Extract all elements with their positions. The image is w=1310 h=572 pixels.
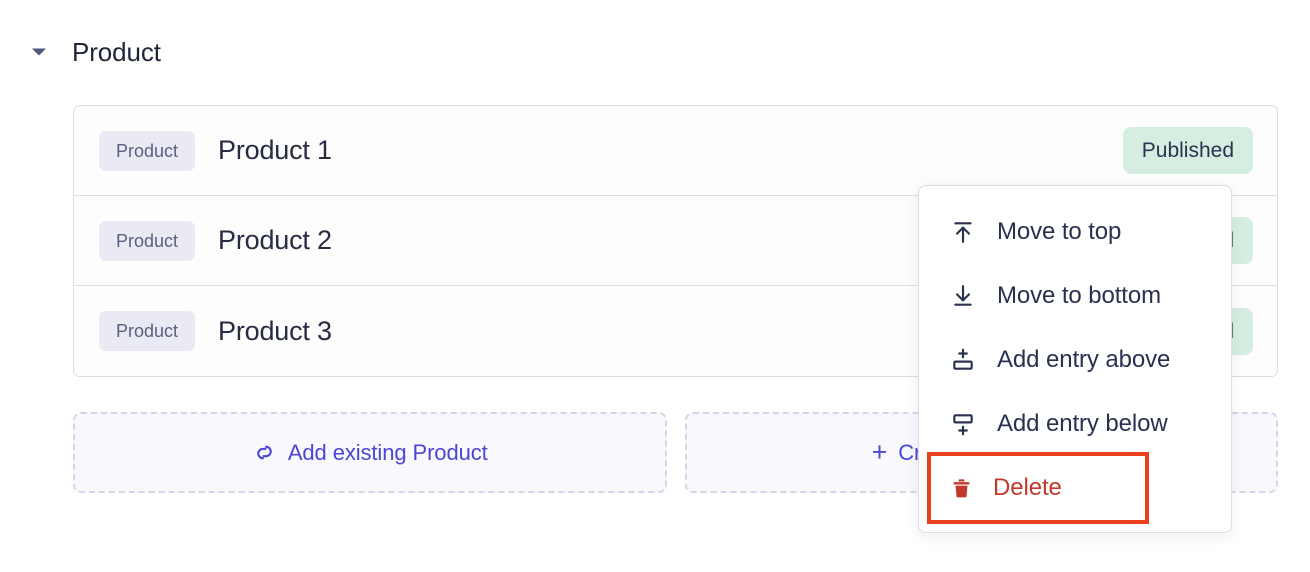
entry-type-chip: Product (99, 220, 196, 261)
add-existing-product-button[interactable]: Add existing Product (73, 412, 667, 493)
menu-item-label: Delete (993, 474, 1062, 501)
move-to-top-icon (949, 218, 977, 246)
menu-item-move-to-bottom[interactable]: Move to bottom (919, 264, 1231, 328)
entry-type-chip: Product (99, 130, 196, 171)
entry-title: Product 2 (218, 225, 332, 255)
entry-context-menu: Move to top Move to bottom Add entry abo… (918, 185, 1232, 533)
add-entry-below-icon (949, 410, 977, 438)
status-badge: Published (1122, 127, 1253, 174)
menu-item-delete[interactable]: Delete (927, 452, 1149, 524)
plus-icon: + (871, 437, 888, 467)
relation-field-panel: Product Product Product 1 Published Prod… (0, 0, 1310, 572)
menu-item-move-to-top[interactable]: Move to top (919, 200, 1231, 264)
add-entry-above-icon (949, 346, 977, 374)
field-header: Product (26, 33, 161, 71)
menu-item-label: Move to top (997, 218, 1122, 245)
menu-item-label: Move to bottom (997, 282, 1162, 309)
menu-item-label: Add entry above (997, 346, 1171, 373)
link-icon (252, 440, 277, 465)
entry-title: Product 3 (218, 315, 332, 346)
menu-item-label: Add entry below (997, 410, 1168, 437)
trash-icon (949, 474, 973, 502)
table-row[interactable]: Product Product 1 Published (74, 106, 1277, 196)
menu-item-add-entry-above[interactable]: Add entry above (919, 328, 1231, 392)
entry-title: Product 1 (218, 135, 332, 165)
menu-item-add-entry-below[interactable]: Add entry below (919, 392, 1231, 456)
page-title: Product (72, 37, 161, 67)
entry-type-chip: Product (99, 311, 196, 351)
add-existing-product-label: Add existing Product (287, 439, 488, 465)
move-to-bottom-icon (949, 282, 977, 310)
chevron-down-icon[interactable] (26, 39, 52, 65)
